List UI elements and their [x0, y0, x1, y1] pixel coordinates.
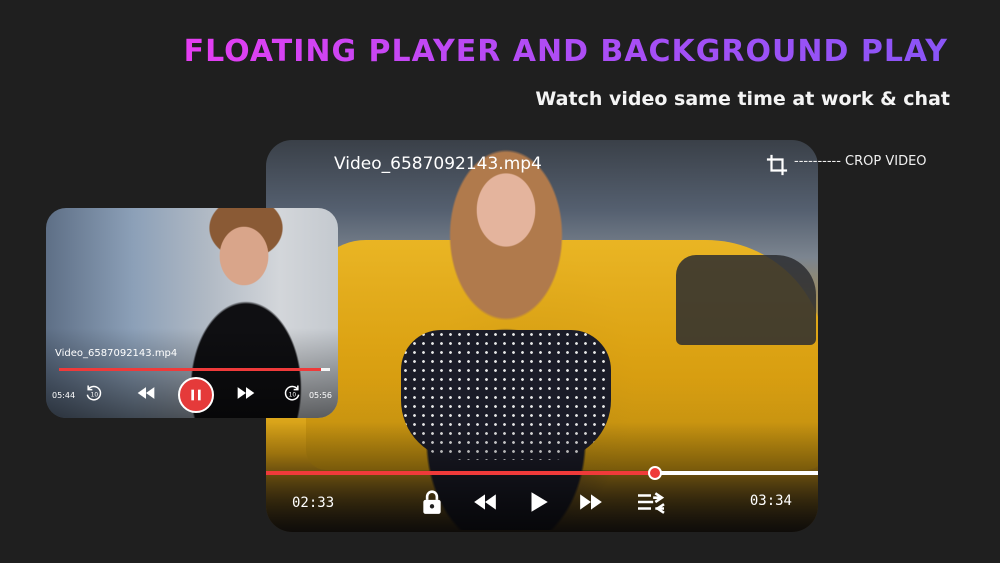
floating-mini-player[interactable]: Video_6587092143.mp4 05:44 05:56 10 10: [46, 208, 338, 418]
seek-bar[interactable]: [266, 466, 818, 480]
total-time: 03:34: [749, 493, 792, 509]
subheadline: Watch video same time at work & chat: [535, 88, 950, 110]
crop-icon[interactable]: [766, 154, 788, 176]
seek-bar-progress: [266, 471, 656, 475]
fast-forward-icon[interactable]: [236, 383, 256, 403]
mini-current-time: 05:44: [52, 391, 76, 400]
playlist-icon[interactable]: [635, 489, 667, 515]
forward-10-icon[interactable]: 10: [282, 383, 302, 403]
svg-text:10: 10: [289, 392, 297, 398]
crop-video-label: ---------- CROP VIDEO: [794, 154, 927, 169]
headline: FLOATING PLAYER AND BACKGROUND PLAY: [183, 34, 948, 69]
video-frame-window: [676, 255, 816, 345]
pause-button[interactable]: [178, 377, 214, 413]
mini-total-time: 05:56: [308, 391, 332, 400]
svg-text:10: 10: [91, 392, 99, 398]
current-time: 02:33: [292, 495, 335, 511]
replay-10-icon[interactable]: 10: [84, 383, 104, 403]
play-icon[interactable]: [524, 489, 552, 515]
video-frame-shade: [266, 422, 818, 532]
rewind-icon[interactable]: [471, 489, 499, 515]
fast-forward-icon[interactable]: [577, 489, 605, 515]
main-video-player[interactable]: Video_6587092143.mp4 02:33 03:34: [266, 140, 818, 532]
lock-icon[interactable]: [418, 489, 446, 515]
mini-seek-bar-progress: [59, 368, 321, 371]
rewind-icon[interactable]: [136, 383, 156, 403]
mini-seek-bar[interactable]: [59, 368, 330, 371]
mini-video-title: Video_6587092143.mp4: [55, 348, 178, 359]
video-title: Video_6587092143.mp4: [334, 154, 542, 174]
